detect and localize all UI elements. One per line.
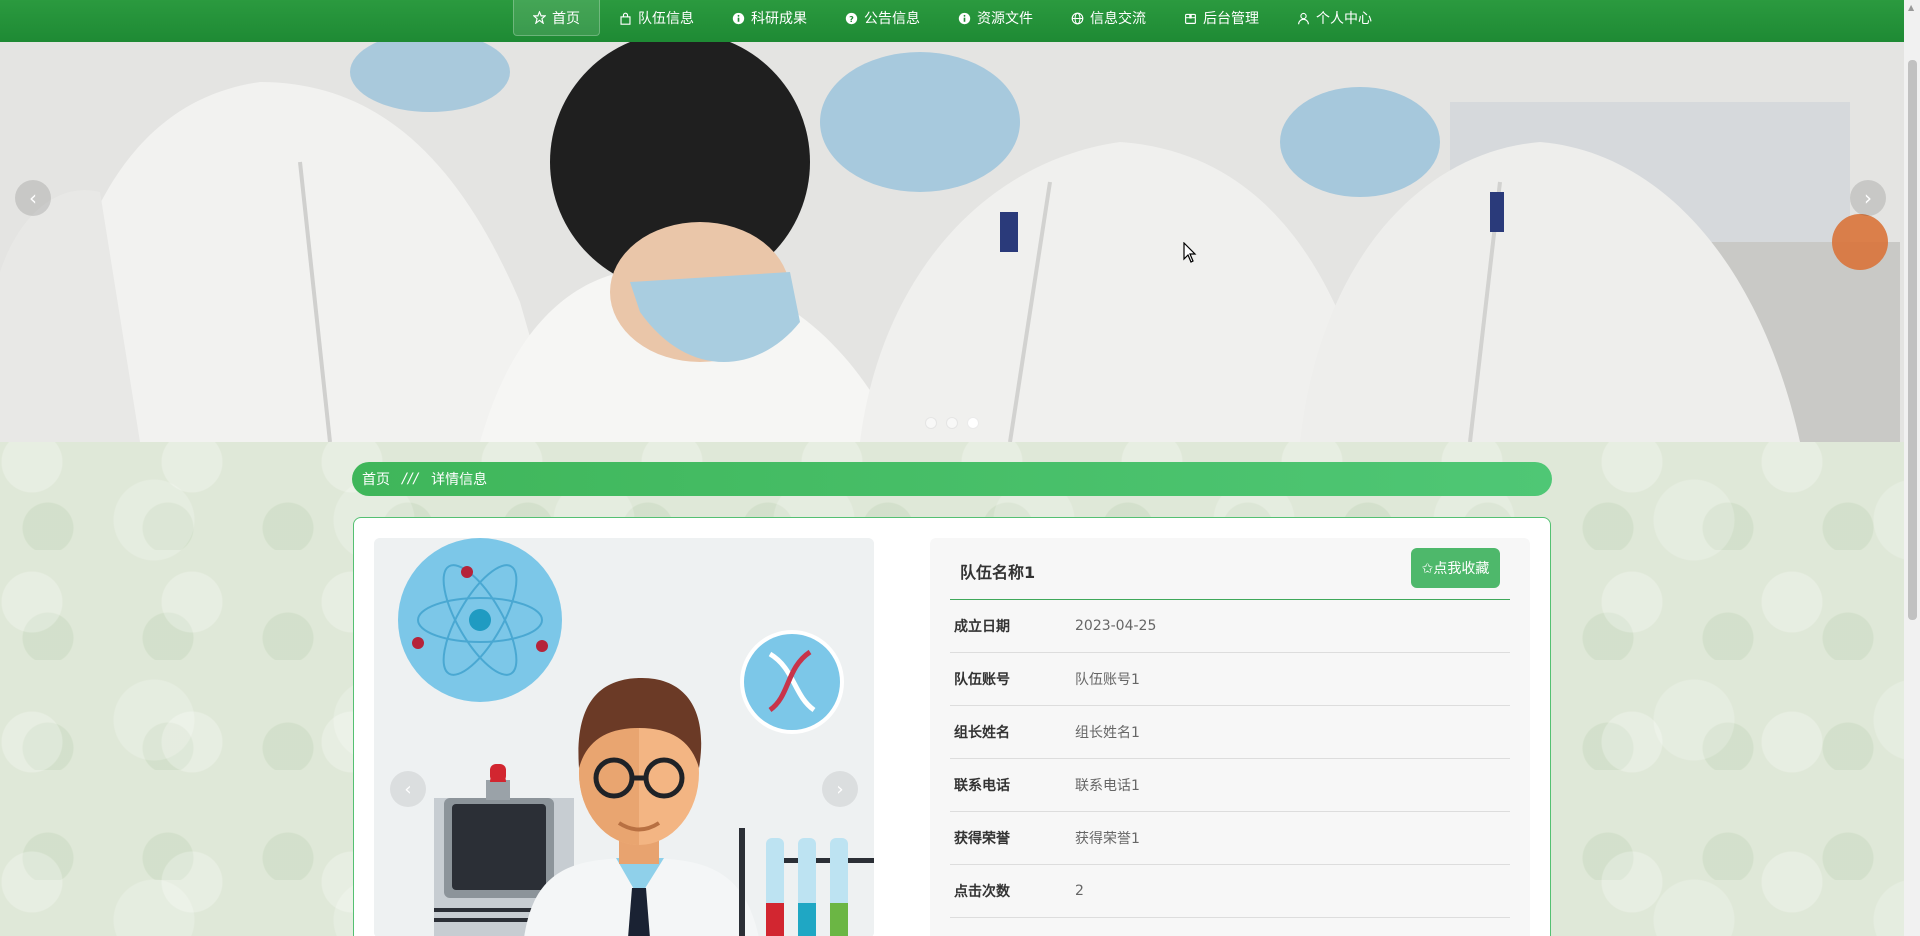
breadcrumb-separator: /// [402,471,420,487]
help-icon: ? [845,12,858,24]
field-label: 获得荣誉 [954,831,1010,847]
field-label: 组长姓名 [954,725,1010,741]
field-label: 联系电话 [954,778,1010,794]
field-label: 队伍账号 [954,672,1010,688]
field-value: 组长姓名1 [1075,725,1140,741]
field-value: 获得荣誉1 [1075,831,1140,847]
field-value: 队伍账号1 [1075,672,1140,688]
favorite-button[interactable]: ✩点我收藏 [1411,548,1500,588]
nav-item-research[interactable]: 科研成果 [713,0,826,36]
banner-next-button[interactable]: › [1850,180,1886,216]
bag-icon [620,12,631,25]
breadcrumb: 首页 /// 详情信息 [352,462,1552,496]
user-icon [1298,12,1309,24]
nav-item-profile[interactable]: 个人中心 [1278,0,1391,36]
box-icon [1185,13,1196,24]
banner-carousel: ‹ › [0,42,1904,442]
carousel-dot-1[interactable] [925,417,937,429]
scientist-illustration [374,538,874,936]
nav-item-announcements[interactable]: ? 公告信息 [826,0,939,36]
field-label: 成立日期 [954,619,1010,635]
mouse-cursor-icon [1183,242,1197,263]
star-icon [533,11,546,24]
team-image-gallery: ‹ › [374,538,874,936]
nav-item-admin[interactable]: 后台管理 [1165,0,1278,36]
info-icon [958,12,971,24]
page-scrollbar[interactable]: ▲ [1904,0,1920,936]
info-icon [732,12,745,24]
field-label: 点击次数 [954,884,1010,900]
team-info-panel: 队伍名称1 ✩点我收藏 成立日期 2023-04-25 队伍账号 队伍账号1 组… [930,538,1530,936]
nav-item-resources[interactable]: 资源文件 [939,0,1052,36]
breadcrumb-current: 详情信息 [431,472,488,488]
banner-prev-button[interactable]: ‹ [15,180,51,216]
nav-item-label: 信息交流 [1090,11,1146,27]
field-row-honors: 获得荣誉 获得荣誉1 [950,812,1510,865]
nav-item-label: 首页 [552,10,580,27]
svg-text:?: ? [849,13,854,23]
nav-item-label: 队伍信息 [638,11,694,27]
field-value: 2023-04-25 [1075,618,1157,634]
nav-item-home[interactable]: 首页 [513,0,600,36]
nav-item-label: 科研成果 [751,11,807,27]
nav-item-exchange[interactable]: 信息交流 [1052,0,1165,36]
breadcrumb-home-link[interactable]: 首页 [362,469,390,489]
nav-item-label: 后台管理 [1203,11,1259,27]
gallery-prev-button[interactable]: ‹ [390,771,426,807]
detail-card: ‹ › 队伍名称1 ✩点我收藏 成立日期 2023-04-25 队伍账号 队伍账… [353,517,1551,936]
field-row-leader-name: 组长姓名 组长姓名1 [950,706,1510,759]
carousel-indicators [925,417,979,429]
nav-item-label: 公告信息 [864,11,920,27]
globe-icon [1071,12,1084,24]
field-row-founded-date: 成立日期 2023-04-25 [950,600,1510,653]
nav-item-label: 资源文件 [977,11,1033,27]
scrollbar-thumb[interactable] [1908,60,1917,620]
carousel-dot-3[interactable] [967,417,979,429]
top-navigation: 首页 队伍信息 科研成果 ? 公告信息 资源文件 信息交流 后台管理 个人中心 [0,0,1904,42]
field-value: 2 [1075,883,1084,899]
field-value: 联系电话1 [1075,778,1140,794]
carousel-dot-2[interactable] [946,417,958,429]
team-name: 队伍名称1 [960,563,1036,582]
banner-image [0,42,1904,442]
field-row-click-count: 点击次数 2 [950,865,1510,918]
nav-item-label: 个人中心 [1316,11,1372,27]
info-header: 队伍名称1 ✩点我收藏 [950,538,1510,600]
team-field-list: 成立日期 2023-04-25 队伍账号 队伍账号1 组长姓名 组长姓名1 联系… [950,600,1510,918]
field-row-phone: 联系电话 联系电话1 [950,759,1510,812]
nav-item-team-info[interactable]: 队伍信息 [600,0,713,36]
field-row-team-account: 队伍账号 队伍账号1 [950,653,1510,706]
scroll-up-arrow-icon[interactable]: ▲ [1908,3,1914,12]
gallery-next-button[interactable]: › [822,771,858,807]
